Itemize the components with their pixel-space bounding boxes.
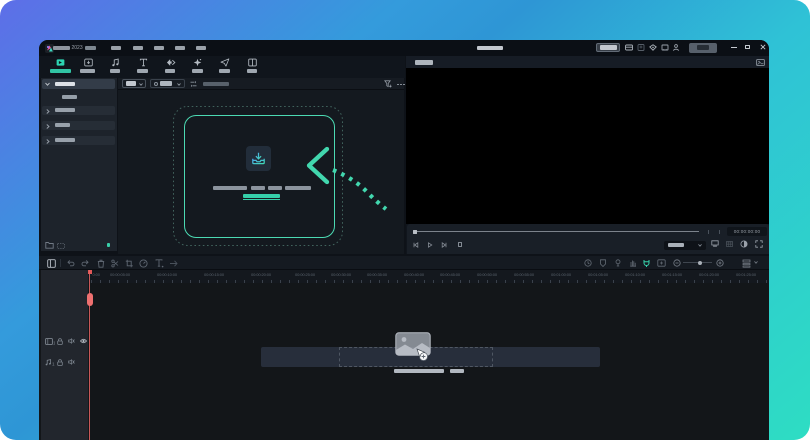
svg-text:1: 1 <box>53 340 55 345</box>
svg-text:1: 1 <box>52 361 55 366</box>
